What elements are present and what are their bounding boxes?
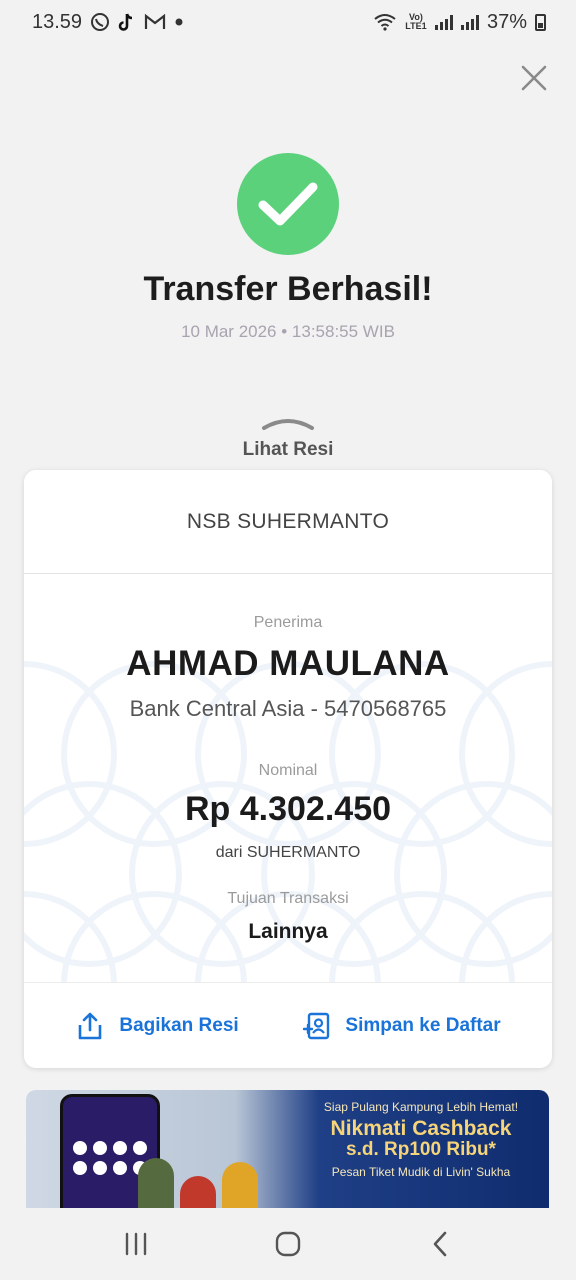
promo-banner[interactable]: Siap Pulang Kampung Lebih Hemat! Nikmati… bbox=[26, 1090, 549, 1208]
recipient-label: Penerima bbox=[253, 614, 323, 631]
banner-people-image bbox=[138, 1154, 278, 1208]
battery-icon bbox=[535, 13, 546, 31]
sender-name: dari SUHERMANTO bbox=[215, 844, 361, 861]
home-icon bbox=[275, 1231, 301, 1257]
status-bar-right: Vo) LTE1 37% bbox=[373, 11, 546, 34]
status-time: 13.59 bbox=[32, 10, 83, 33]
recipient-name: AHMAD MAULANA bbox=[126, 644, 450, 683]
save-to-list-label: Simpan ke Daftar bbox=[345, 1014, 501, 1036]
banner-line-3: s.d. Rp100 Ribu* bbox=[346, 1139, 496, 1161]
view-receipt-label: Lihat Resi bbox=[242, 439, 334, 460]
status-bar: 13.59 Vo) LTE1 37% bbox=[0, 0, 576, 44]
transaction-datetime: 10 Mar 2026 • 13:58:55 WIB bbox=[181, 322, 395, 341]
amount-label: Nominal bbox=[258, 762, 318, 779]
receipt-actions: Bagikan Resi Simpan ke Daftar bbox=[24, 982, 552, 1068]
close-icon bbox=[521, 65, 547, 91]
transaction-purpose: Lainnya bbox=[248, 920, 328, 943]
whatsapp-icon bbox=[91, 13, 110, 31]
success-badge bbox=[237, 153, 339, 255]
purpose-label: Tujuan Transaksi bbox=[227, 890, 349, 907]
add-contact-icon bbox=[303, 1012, 330, 1039]
banner-line-1: Siap Pulang Kampung Lebih Hemat! bbox=[323, 1100, 519, 1114]
network-label: Vo) LTE1 bbox=[405, 12, 427, 31]
transfer-amount: Rp 4.302.450 bbox=[184, 790, 392, 828]
chevron-up-icon bbox=[262, 419, 314, 430]
recipient-bank-account: Bank Central Asia - 5470568765 bbox=[129, 696, 447, 721]
recent-apps-button[interactable] bbox=[106, 1219, 166, 1269]
share-receipt-label: Bagikan Resi bbox=[119, 1014, 239, 1036]
battery-percent: 37% bbox=[486, 10, 527, 33]
back-icon bbox=[433, 1231, 447, 1257]
signal-icon-2 bbox=[460, 14, 479, 30]
back-button[interactable] bbox=[410, 1219, 470, 1269]
wifi-icon bbox=[374, 14, 396, 31]
checkmark-icon bbox=[258, 182, 318, 226]
close-button[interactable] bbox=[514, 58, 554, 98]
share-icon bbox=[79, 1012, 102, 1039]
recent-apps-icon bbox=[125, 1232, 147, 1256]
share-receipt-button[interactable]: Bagikan Resi bbox=[75, 1011, 239, 1041]
receipt-body: Penerima AHMAD MAULANA Bank Central Asia… bbox=[24, 574, 552, 982]
signal-icon bbox=[434, 14, 453, 30]
status-bar-left: 13.59 bbox=[32, 11, 184, 34]
banner-text: Siap Pulang Kampung Lebih Hemat! Nikmati… bbox=[296, 1100, 546, 1179]
home-button[interactable] bbox=[258, 1219, 318, 1269]
dot-icon bbox=[175, 18, 183, 26]
page-title: Transfer Berhasil! bbox=[143, 270, 433, 308]
system-nav-bar bbox=[0, 1208, 576, 1280]
gmail-icon bbox=[144, 13, 166, 29]
save-to-list-button[interactable]: Simpan ke Daftar bbox=[301, 1011, 501, 1041]
banner-line-2: Nikmati Cashback bbox=[330, 1117, 512, 1140]
tiktok-icon bbox=[118, 13, 133, 31]
receipt-card: NSB SUHERMANTO Penerima AHMAD MAULANA Ba… bbox=[24, 470, 552, 1068]
view-receipt-toggle[interactable]: Lihat Resi bbox=[0, 416, 576, 461]
banner-line-4: Pesan Tiket Mudik di Livin' Sukha bbox=[331, 1164, 511, 1179]
receipt-sender-header: NSB SUHERMANTO bbox=[24, 470, 552, 574]
